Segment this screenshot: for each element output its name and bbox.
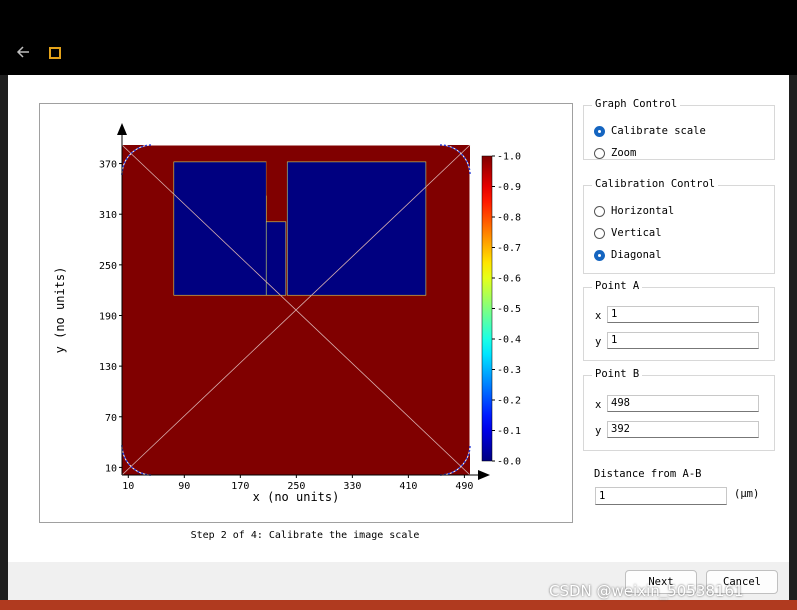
colorbar-tick-label: -0.4 — [497, 335, 521, 346]
radio-calibrate-scale[interactable]: Calibrate scale — [594, 123, 706, 139]
radio-horizontal[interactable]: Horizontal — [594, 203, 674, 219]
app-icon — [49, 47, 61, 59]
point-b-y-label: y — [595, 425, 602, 437]
colorbar-tick-label: -0.3 — [497, 365, 521, 376]
colorbar-tick-label: -1.0 — [497, 152, 521, 163]
calibration-control-title: Calibration Control — [592, 178, 719, 190]
desktop-background-left — [0, 75, 8, 610]
x-tick-label: 170 — [231, 481, 249, 492]
point-b-y-input[interactable]: 392 — [607, 421, 759, 438]
point-b-x-input[interactable]: 498 — [607, 395, 759, 412]
image-region-0 — [173, 161, 267, 296]
calibration-dialog: 10 90 170 250 330 410 490 10 70 130 190 250 310 370 x … — [8, 75, 789, 600]
x-axis-label: x (no units) — [253, 490, 340, 504]
x-tick-label: 90 — [178, 481, 190, 492]
watermark: CSDN @weixin_50538161 — [549, 582, 744, 600]
y-tick-label: 370 — [99, 160, 117, 171]
distance-label: Distance from A-B — [594, 468, 702, 480]
colorbar-tick-label: -0.5 — [497, 304, 521, 315]
point-a-y-input[interactable]: 1 — [607, 332, 759, 349]
y-tick-label: 310 — [99, 210, 117, 221]
image-notch — [266, 161, 283, 196]
y-tick-label: 70 — [105, 413, 117, 424]
distance-unit: (μm) — [734, 488, 760, 500]
radio-horizontal-label: Horizontal — [611, 205, 675, 217]
colorbar-tick-label: -0.2 — [497, 396, 521, 407]
point-a-y-label: y — [595, 336, 602, 348]
point-b-title: Point B — [592, 368, 643, 380]
x-tick-label: 410 — [399, 481, 417, 492]
point-b-x-label: x — [595, 399, 602, 411]
point-a-group: Point A x 1 y 1 — [583, 280, 775, 361]
y-tick-label: 130 — [99, 362, 117, 373]
x-axis-arrow-icon — [478, 470, 490, 480]
colorbar-tick-label: -0.7 — [497, 243, 521, 254]
radio-unselected-icon — [594, 205, 605, 217]
y-axis-label: y (no units) — [53, 267, 67, 354]
y-axis-arrow-icon — [117, 123, 127, 135]
y-tick-label: 250 — [99, 261, 117, 272]
colorbar — [481, 155, 493, 462]
graph-control-group: Graph Control Calibrate scale Zoom — [583, 98, 775, 161]
colorbar-tick-label: -0.8 — [497, 213, 521, 224]
step-label: Step 2 of 4: Calibrate the image scale — [190, 530, 420, 541]
point-a-title: Point A — [592, 280, 643, 292]
point-a-x-label: x — [595, 310, 602, 322]
radio-zoom[interactable]: Zoom — [594, 145, 636, 161]
point-b-group: Point B x 498 y 392 — [583, 368, 775, 451]
desktop-background-right — [789, 75, 797, 610]
radio-diagonal-label: Diagonal — [611, 249, 662, 261]
radio-zoom-label: Zoom — [611, 147, 637, 159]
calibration-control-group: Calibration Control Horizontal Vertical … — [583, 178, 775, 274]
window-titlebar — [8, 30, 789, 75]
image-region-2 — [286, 161, 427, 296]
x-tick-label: 330 — [343, 481, 361, 492]
colorbar-tick-label: -0.0 — [497, 457, 521, 468]
image-plot[interactable]: 10 90 170 250 330 410 4901070130190250310370x … — [40, 104, 572, 522]
radio-calibrate-scale-label: Calibrate scale — [611, 125, 706, 137]
colorbar-tick-label: -0.6 — [497, 274, 521, 285]
back-arrow-icon[interactable] — [14, 44, 34, 60]
x-tick-label: 490 — [455, 481, 473, 492]
radio-selected-icon — [594, 125, 605, 137]
y-tick-label: 10 — [105, 463, 117, 474]
radio-vertical-label: Vertical — [611, 227, 662, 239]
point-a-x-input[interactable]: 1 — [607, 306, 759, 323]
y-tick-label: 190 — [99, 311, 117, 322]
radio-diagonal[interactable]: Diagonal — [594, 247, 662, 263]
image-plot-panel[interactable]: 10 90 170 250 330 410 490 10 70 130 190 250 310 370 x … — [39, 103, 573, 523]
graph-control-title: Graph Control — [592, 98, 681, 110]
distance-input[interactable]: 1 — [595, 487, 727, 505]
radio-unselected-icon — [594, 147, 605, 159]
radio-selected-icon — [594, 249, 605, 261]
colorbar-tick-label: -0.9 — [497, 182, 521, 193]
x-tick-label: 10 — [122, 481, 134, 492]
desktop-background-bottom — [0, 600, 797, 610]
radio-vertical[interactable]: Vertical — [594, 225, 662, 241]
radio-unselected-icon — [594, 227, 605, 239]
colorbar-tick-label: -0.1 — [497, 426, 521, 437]
